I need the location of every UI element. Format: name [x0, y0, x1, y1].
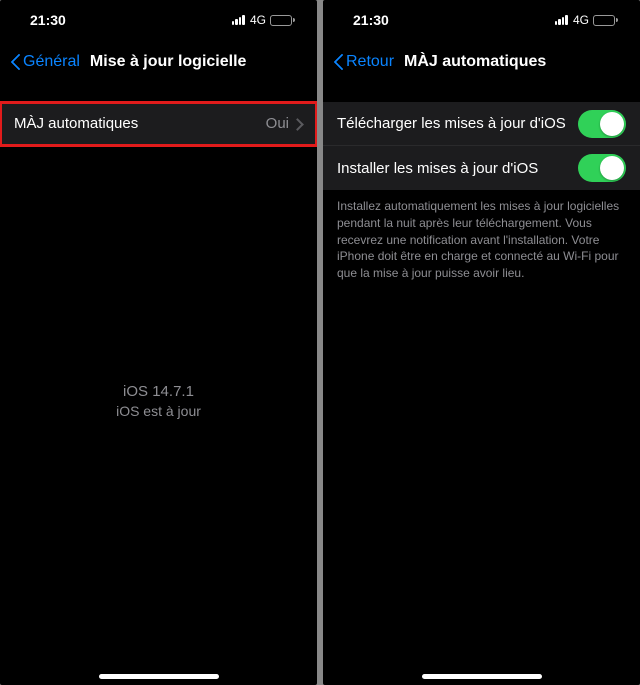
settings-group: Télécharger les mises à jour d'iOS Insta…: [323, 102, 640, 190]
screen-auto-updates: 21:30 4G Retour MÀJ automatiques Télécha…: [323, 0, 640, 685]
nav-bar: Général Mise à jour logicielle: [0, 40, 317, 84]
status-right: 4G: [555, 13, 618, 27]
update-status: iOS 14.7.1 iOS est à jour: [0, 381, 317, 422]
nav-bar: Retour MÀJ automatiques: [323, 40, 640, 84]
chevron-left-icon: [333, 53, 344, 71]
toggle-download[interactable]: [578, 110, 626, 138]
footer-description: Installez automatiquement les mises à jo…: [323, 190, 640, 282]
row-label: Installer les mises à jour d'iOS: [337, 160, 538, 177]
back-label: Retour: [346, 53, 394, 71]
toggle-install[interactable]: [578, 154, 626, 182]
chevron-left-icon: [10, 53, 21, 71]
row-auto-updates[interactable]: MÀJ automatiques Oui: [0, 102, 317, 146]
status-right: 4G: [232, 13, 295, 27]
ios-version: iOS 14.7.1: [0, 381, 317, 402]
row-value: Oui: [266, 115, 289, 132]
page-title: MÀJ automatiques: [404, 53, 546, 71]
back-button[interactable]: Général: [10, 53, 80, 71]
back-label: Général: [23, 53, 80, 71]
chevron-right-icon: [295, 118, 303, 130]
screen-software-update: 21:30 4G Général Mise à jour logicielle …: [0, 0, 317, 685]
row-download-updates[interactable]: Télécharger les mises à jour d'iOS: [323, 102, 640, 146]
status-bar: 21:30 4G: [0, 0, 317, 40]
signal-icon: [555, 15, 568, 25]
signal-icon: [232, 15, 245, 25]
network-label: 4G: [573, 13, 589, 27]
status-time: 21:30: [353, 12, 389, 28]
page-title: Mise à jour logicielle: [90, 53, 247, 71]
battery-icon: [270, 15, 295, 26]
row-install-updates[interactable]: Installer les mises à jour d'iOS: [323, 146, 640, 190]
ios-status: iOS est à jour: [0, 402, 317, 422]
status-time: 21:30: [30, 12, 66, 28]
battery-icon: [593, 15, 618, 26]
row-label: Télécharger les mises à jour d'iOS: [337, 115, 566, 132]
status-bar: 21:30 4G: [323, 0, 640, 40]
home-indicator[interactable]: [99, 674, 219, 679]
row-label: MÀJ automatiques: [14, 115, 138, 132]
home-indicator[interactable]: [422, 674, 542, 679]
network-label: 4G: [250, 13, 266, 27]
back-button[interactable]: Retour: [333, 53, 394, 71]
